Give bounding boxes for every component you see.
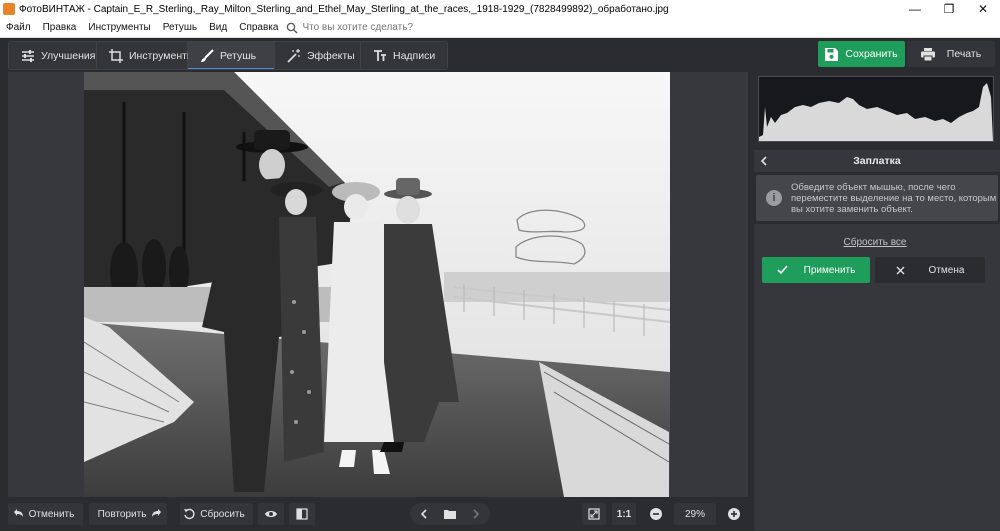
reset-button[interactable]: Сбросить — [180, 503, 253, 525]
menu-edit[interactable]: Правка — [37, 22, 83, 33]
floppy-disk-icon — [825, 47, 839, 61]
tab-retouch[interactable]: Ретушь — [188, 42, 275, 69]
reset-icon — [184, 508, 195, 520]
app-icon — [3, 3, 15, 15]
tab-captions-label: Надписи — [393, 50, 436, 62]
fit-screen-icon — [588, 508, 600, 520]
undo-label: Отменить — [28, 508, 75, 520]
info-icon: i — [766, 190, 782, 206]
menu-retouch[interactable]: Ретушь — [157, 22, 203, 33]
reset-all-link[interactable]: Сбросить все — [754, 237, 996, 248]
save-button[interactable]: Сохранить — [818, 41, 905, 67]
undo-button[interactable]: Отменить — [8, 503, 83, 525]
title-bar: ФотоВИНТАЖ - Captain_E_R_Sterling,_Ray_M… — [0, 0, 1000, 18]
printer-icon — [920, 47, 935, 61]
sliders-icon — [21, 49, 35, 63]
tab-effects[interactable]: Эффекты — [275, 42, 361, 69]
tab-tools-label: Инструменты — [129, 50, 195, 62]
canvas-area — [8, 72, 748, 497]
tab-retouch-label: Ретушь — [220, 50, 257, 62]
tab-bar: Улучшения Инструменты Ретушь Эффекты Над… — [8, 41, 448, 70]
cancel-button[interactable]: Отмена — [875, 257, 985, 283]
eye-icon — [265, 511, 277, 517]
close-icon — [896, 266, 905, 274]
menu-help[interactable]: Справка — [233, 22, 284, 33]
magic-wand-icon — [287, 49, 301, 63]
apply-button[interactable]: Применить — [762, 257, 870, 283]
info-box: i Обведите объект мышью, после чего пере… — [756, 175, 998, 221]
panel-header: Заплатка — [754, 150, 1000, 172]
maximize-button[interactable]: ❐ — [932, 0, 966, 18]
right-panel: Заплатка i Обведите объект мышью, после … — [752, 72, 1000, 531]
info-text: Обведите объект мышью, после чего переме… — [791, 181, 997, 215]
print-button[interactable]: Печать — [907, 41, 995, 67]
zoom-in-icon — [728, 508, 740, 520]
main-toolbar: Улучшения Инструменты Ретушь Эффекты Над… — [0, 38, 1000, 72]
menu-bar: Файл Правка Инструменты Ретушь Вид Справ… — [0, 18, 1000, 38]
tab-effects-label: Эффекты — [307, 50, 355, 62]
text-icon — [373, 49, 387, 63]
brush-icon — [200, 49, 214, 63]
redo-button[interactable]: Повторить — [89, 503, 167, 525]
save-button-label: Сохранить — [845, 48, 898, 60]
checkmark-icon — [777, 265, 788, 275]
back-button[interactable] — [754, 156, 774, 166]
photo-canvas[interactable] — [84, 72, 670, 497]
crop-icon — [109, 49, 123, 63]
folder-icon[interactable] — [444, 508, 456, 520]
zoom-out-button[interactable] — [645, 503, 667, 525]
window-title: ФотоВИНТАЖ - Captain_E_R_Sterling,_Ray_M… — [19, 3, 669, 15]
zoom-out-icon — [650, 508, 662, 520]
histogram — [758, 76, 994, 142]
bottom-toolbar: Отменить Повторить Сбросить 1:1 29% — [0, 497, 752, 531]
compare-button[interactable] — [289, 503, 315, 525]
next-image-icon[interactable] — [470, 508, 482, 520]
vintage-photo — [84, 72, 670, 497]
search-input[interactable] — [302, 22, 503, 33]
reset-label: Сбросить — [200, 508, 245, 520]
chevron-left-icon — [760, 156, 767, 166]
menu-file[interactable]: Файл — [0, 22, 37, 33]
zoom-1to1-button[interactable]: 1:1 — [612, 503, 636, 525]
redo-icon — [152, 509, 162, 517]
cancel-label: Отмена — [928, 264, 965, 276]
preview-button[interactable] — [258, 503, 284, 525]
tab-enhancements[interactable]: Улучшения — [9, 42, 97, 69]
panel-title: Заплатка — [853, 155, 901, 167]
minimize-button[interactable]: — — [898, 0, 932, 18]
previous-image-icon[interactable] — [418, 508, 430, 520]
compare-icon — [296, 508, 308, 520]
apply-label: Применить — [803, 264, 856, 276]
search-icon — [287, 22, 298, 33]
tab-enhancements-label: Улучшения — [41, 50, 96, 62]
close-button[interactable]: ✕ — [966, 0, 1000, 18]
menu-view[interactable]: Вид — [203, 22, 233, 33]
zoom-level[interactable]: 29% — [674, 503, 716, 525]
zoom-in-button[interactable] — [723, 503, 745, 525]
image-nav-group — [410, 503, 490, 525]
menu-search — [286, 22, 503, 34]
print-button-label: Печать — [946, 48, 982, 60]
window-controls: — ❐ ✕ — [898, 0, 1000, 18]
tab-tools[interactable]: Инструменты — [97, 42, 194, 69]
menu-tools[interactable]: Инструменты — [82, 22, 156, 33]
histogram-graph — [759, 83, 993, 141]
fit-to-screen-button[interactable] — [582, 503, 606, 525]
undo-icon — [13, 509, 23, 517]
tab-captions[interactable]: Надписи — [361, 42, 447, 69]
redo-label: Повторить — [97, 508, 147, 520]
patch-tool-panel: Сбросить все Применить Отмена — [754, 224, 1000, 531]
